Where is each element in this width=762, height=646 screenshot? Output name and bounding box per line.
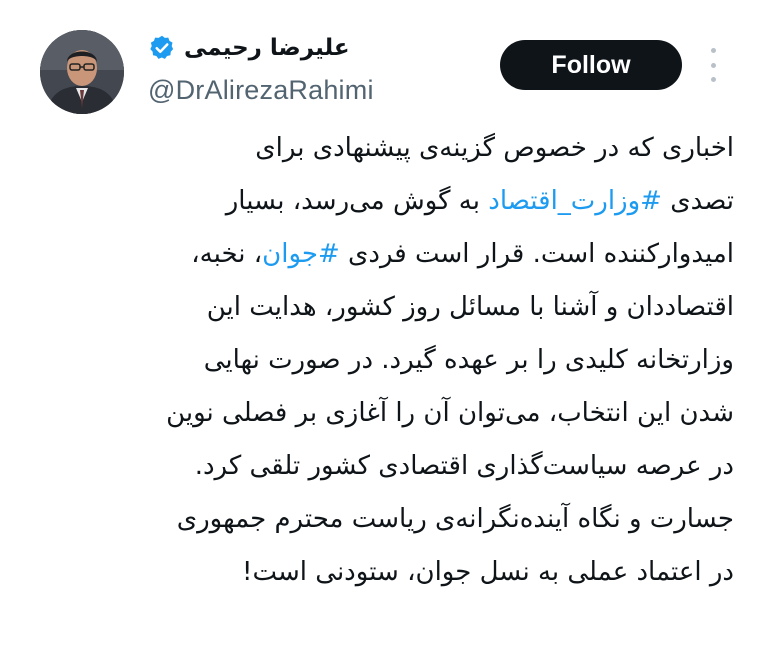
tweet-text: اخباری که در خصوص گزینه‌ی پیشنهادی برای … bbox=[30, 122, 734, 599]
tweet-text-segment: ، نخبه، bbox=[191, 239, 263, 269]
more-dot bbox=[710, 62, 716, 68]
follow-button[interactable]: Follow bbox=[500, 40, 682, 90]
tweet-text-segment: وزارتخانه کلیدی را بر عهده گیرد. در صورت… bbox=[203, 345, 734, 375]
tweet-line: امیدوارکننده است. قرار است فردی #جوان، ن… bbox=[30, 228, 734, 281]
tweet-text-segment: اخباری که در خصوص گزینه‌ی پیشنهادی برای bbox=[255, 133, 734, 163]
verified-badge-icon bbox=[148, 34, 176, 62]
tweet-line: وزارتخانه کلیدی را بر عهده گیرد. در صورت… bbox=[30, 334, 734, 387]
tweet-text-segment: به گوش می‌رسد، بسیار bbox=[225, 186, 489, 216]
author-name-row[interactable]: علیرضا رحیمی bbox=[148, 34, 350, 62]
tweet-text-segment: تصدی bbox=[661, 186, 734, 216]
more-dot bbox=[710, 48, 716, 53]
tweet-text-segment: در اعتماد عملی به نسل جوان، ستودنی است! bbox=[242, 557, 734, 587]
avatar[interactable] bbox=[40, 30, 124, 114]
hashtag-link[interactable]: #جوان bbox=[262, 239, 340, 269]
tweet-line: تصدی #وزارت_اقتصاد به گوش می‌رسد، بسیار bbox=[30, 175, 734, 228]
author-display-name: علیرضا رحیمی bbox=[184, 35, 350, 61]
tweet-text-segment: جسارت و نگاه آینده‌نگرانه‌ی ریاست محترم … bbox=[176, 504, 734, 534]
tweet-line: اخباری که در خصوص گزینه‌ی پیشنهادی برای bbox=[30, 122, 734, 175]
tweet-line: اقتصاددان و آشنا با مسائل روز کشور، هدای… bbox=[30, 281, 734, 334]
hashtag-link[interactable]: #وزارت_اقتصاد bbox=[488, 186, 662, 216]
more-dot bbox=[710, 77, 716, 82]
tweet-line: جسارت و نگاه آینده‌نگرانه‌ی ریاست محترم … bbox=[30, 493, 734, 546]
tweet-text-segment: شدن این انتخاب، می‌توان آن را آغازی بر ف… bbox=[166, 398, 734, 428]
tweet-line: در اعتماد عملی به نسل جوان، ستودنی است! bbox=[30, 546, 734, 599]
tweet-line: در عرصه سیاست‌گذاری اقتصادی کشور تلقی کر… bbox=[30, 440, 734, 493]
more-vertical-icon[interactable] bbox=[705, 48, 721, 82]
tweet-text-segment: اقتصاددان و آشنا با مسائل روز کشور، هدای… bbox=[206, 292, 734, 322]
tweet-text-segment: در عرصه سیاست‌گذاری اقتصادی کشور تلقی کر… bbox=[194, 451, 734, 481]
tweet-line: شدن این انتخاب، می‌توان آن را آغازی بر ف… bbox=[30, 387, 734, 440]
author-handle[interactable]: @DrAlirezaRahimi bbox=[148, 75, 374, 106]
tweet-text-segment: امیدوارکننده است. قرار است فردی bbox=[339, 239, 734, 269]
avatar-photo bbox=[40, 30, 124, 114]
